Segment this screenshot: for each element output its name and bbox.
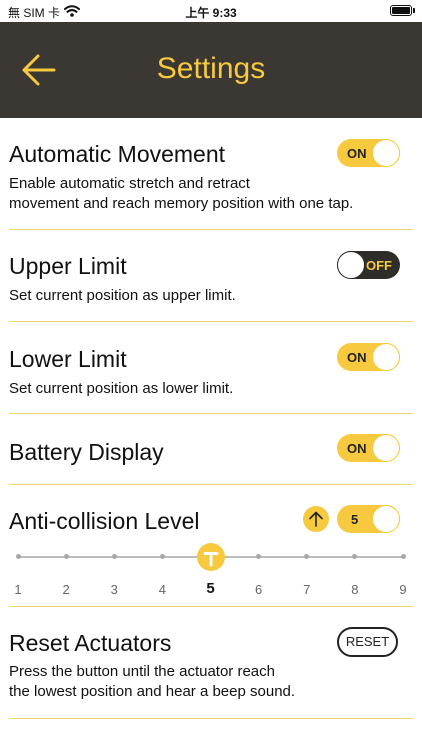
toggle-knob: [372, 139, 400, 167]
description-line: movement and reach memory position with …: [9, 195, 354, 212]
divider: [9, 718, 413, 719]
toggle-state-label: ON: [347, 441, 367, 456]
toggle-knob: [372, 434, 400, 462]
header-bar: Settings: [0, 22, 422, 118]
slider-tick-dot: [304, 554, 310, 559]
automatic-movement-title: Automatic Movement: [9, 141, 226, 167]
slider-tick-label: 2: [62, 582, 70, 597]
slider-tick-label: 9: [399, 582, 407, 597]
divider: [9, 229, 413, 230]
arrow-up-icon: [309, 511, 323, 527]
battery-icon: [390, 5, 415, 16]
slider-thumb-icon: [203, 552, 218, 567]
divider: [9, 413, 413, 414]
status-bar: 無 SIM 卡 上午 9:33: [0, 0, 422, 22]
slider-tick-dot: [352, 554, 358, 559]
anti-collision-up-button[interactable]: [303, 506, 329, 532]
automatic-movement-description: Enable automatic stretch and retract mov…: [9, 174, 353, 214]
anti-collision-level-toggle[interactable]: 5: [337, 505, 400, 533]
upper-limit-toggle[interactable]: OFF: [337, 251, 400, 279]
description-line: Enable automatic stretch and retract: [9, 175, 250, 192]
slider-tick-dot: [63, 554, 69, 559]
slider-tick-dot: [400, 554, 406, 559]
slider-tick-label: 8: [351, 582, 359, 597]
page-title: Settings: [156, 52, 266, 85]
slider-tick-label: 5: [206, 580, 215, 597]
divider: [9, 484, 413, 485]
divider: [9, 321, 413, 322]
slider-tick-dot: [15, 554, 21, 559]
description-line: the lowest position and hear a beep soun…: [9, 683, 296, 700]
upper-limit-description: Set current position as upper limit.: [9, 287, 236, 304]
lower-limit-description: Set current position as lower limit.: [9, 380, 234, 397]
slider-tick-dot: [159, 554, 165, 559]
reset-button[interactable]: RESET: [337, 627, 398, 657]
automatic-movement-toggle[interactable]: ON: [337, 139, 400, 167]
lower-limit-toggle[interactable]: ON: [337, 343, 400, 371]
anti-collision-slider-thumb[interactable]: [196, 543, 225, 571]
toggle-knob: [372, 343, 400, 371]
toggle-knob: [372, 505, 400, 533]
toggle-state-label: ON: [347, 146, 367, 161]
toggle-value-label: 5: [351, 512, 359, 527]
status-time: 上午 9:33: [185, 6, 237, 20]
slider-tick-label: 4: [158, 582, 166, 597]
lower-limit-title: Lower Limit: [9, 346, 127, 372]
upper-limit-title: Upper Limit: [9, 253, 127, 279]
reset-actuators-title: Reset Actuators: [9, 630, 172, 656]
slider-tick-dot: [111, 554, 117, 559]
slider-tick-label: 6: [255, 582, 263, 597]
reset-actuators-description: Press the button until the actuator reac…: [9, 662, 295, 702]
battery-display-title: Battery Display: [9, 439, 164, 465]
slider-tick-label: 7: [303, 582, 311, 597]
anti-collision-title: Anti-collision Level: [9, 508, 200, 534]
toggle-knob: [337, 251, 365, 279]
slider-tick-label: 3: [110, 582, 118, 597]
divider: [9, 606, 413, 607]
toggle-state-label: OFF: [366, 258, 392, 273]
slider-tick-dot: [256, 554, 262, 559]
description-line: Press the button until the actuator reac…: [9, 663, 275, 680]
toggle-state-label: ON: [347, 350, 367, 365]
battery-display-toggle[interactable]: ON: [337, 434, 400, 462]
slider-tick-label: 1: [14, 582, 22, 597]
